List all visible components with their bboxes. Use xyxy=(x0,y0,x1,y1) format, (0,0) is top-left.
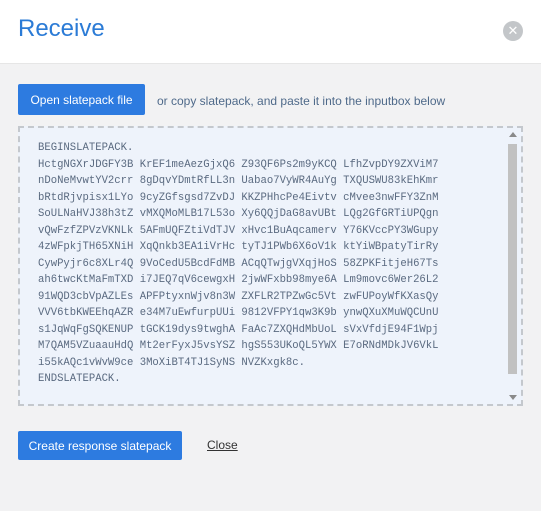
slatepack-text[interactable]: BEGINSLATEPACK. HctgNGXrJDGFY3B KrEF1meA… xyxy=(20,128,521,388)
dialog-header: Receive ✕ xyxy=(0,0,541,64)
vertical-scrollbar[interactable] xyxy=(507,132,518,400)
scroll-down-icon[interactable] xyxy=(509,395,517,400)
scroll-thumb[interactable] xyxy=(508,144,517,374)
close-link[interactable]: Close xyxy=(207,438,238,452)
close-icon[interactable]: ✕ xyxy=(503,21,523,41)
scroll-up-icon[interactable] xyxy=(509,132,517,137)
paste-hint: or copy slatepack, and paste it into the… xyxy=(157,94,446,108)
create-response-slatepack-button[interactable]: Create response slatepack xyxy=(18,431,182,460)
open-slatepack-file-button[interactable]: Open slatepack file xyxy=(18,84,145,115)
dialog-title: Receive xyxy=(18,15,105,42)
slatepack-inputbox[interactable]: BEGINSLATEPACK. HctgNGXrJDGFY3B KrEF1meA… xyxy=(18,126,523,406)
